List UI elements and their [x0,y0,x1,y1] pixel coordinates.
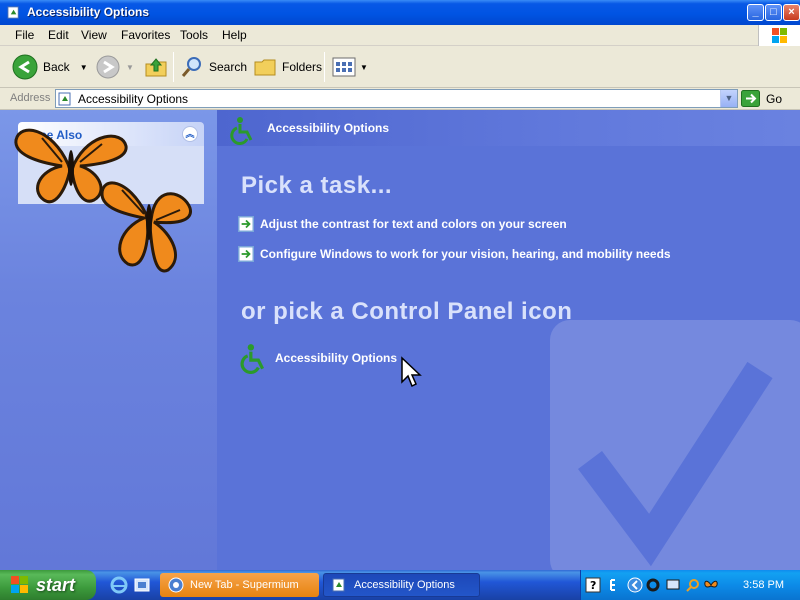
control-panel-watermark-icon [550,320,800,570]
forward-button[interactable]: ▼ [96,53,134,81]
address-value: Accessibility Options [78,92,189,106]
close-button[interactable]: × [783,4,800,21]
taskbar: start New Tab - Supermium Accessibility … [0,570,800,600]
up-folder-button[interactable] [144,53,168,81]
views-dropdown-icon[interactable]: ▼ [360,63,368,72]
address-label: Address [10,92,51,104]
menu-view[interactable]: View [81,28,107,42]
display-icon[interactable] [665,577,681,593]
toolbar: Back ▼ ▼ Search Folders ▼ [0,46,800,88]
folders-button[interactable]: Folders [253,53,322,81]
accessibility-options-item[interactable]: Accessibility Options [237,342,397,374]
butterfly-tray-icon[interactable] [703,577,719,593]
main-pane: Accessibility Options Pick a task... Adj… [217,110,800,570]
svg-text:?: ? [590,579,596,592]
toolbar-separator [173,52,174,82]
go-label: Go [766,91,783,106]
network-icon[interactable] [607,577,623,593]
window-title: Accessibility Options [27,5,150,19]
go-arrow-icon [741,90,760,107]
task-arrow-icon [238,216,254,232]
search-button[interactable]: Search [180,53,247,81]
menu-favorites[interactable]: Favorites [121,28,170,42]
address-bar: Address Accessibility Options ▼ Go [0,88,800,110]
menu-edit[interactable]: Edit [48,28,69,42]
butterfly-icon [100,181,192,273]
folders-icon [254,59,276,76]
maximize-button[interactable]: □ [765,4,782,21]
control-panel-icon [332,578,345,592]
magnifier-icon[interactable] [685,577,701,593]
show-desktop-icon[interactable] [133,576,151,594]
pick-task-heading: Pick a task... [241,172,393,199]
mouse-cursor-icon [401,356,422,388]
back-label: Back [43,60,70,74]
settings-icon[interactable] [645,577,661,593]
folders-label: Folders [282,60,323,74]
accessibility-icon [240,344,265,374]
explorer-window: Accessibility Options _ □ × File Edit Vi… [0,0,800,570]
back-arrow-icon [12,54,38,80]
menu-help[interactable]: Help [222,28,247,42]
search-label: Search [209,60,248,74]
back-dropdown-icon[interactable]: ▼ [80,63,88,72]
task-pane: See Also ︽ [0,110,217,570]
title-bar[interactable]: Accessibility Options _ □ × [0,0,800,25]
accessibility-icon [230,117,253,145]
up-folder-icon [145,58,167,77]
go-button[interactable]: Go [741,89,782,108]
menu-tools[interactable]: Tools [180,28,208,42]
clock[interactable]: 3:58 PM [743,579,784,591]
category-title: Accessibility Options [267,121,390,135]
search-icon [181,57,201,77]
views-icon [332,57,356,77]
taskbar-button-label: New Tab - Supermium [190,579,299,591]
taskbar-button-accessibility[interactable]: Accessibility Options [323,573,480,597]
forward-arrow-icon [96,55,120,79]
minimize-button[interactable]: _ [747,4,764,21]
views-button[interactable]: ▼ [332,53,368,81]
browser-icon [168,577,184,593]
forward-dropdown-icon[interactable]: ▼ [126,63,134,72]
task-link-contrast[interactable]: Adjust the contrast for text and colors … [238,216,567,232]
internet-explorer-icon[interactable] [110,576,128,594]
system-tray: ? 3:58 PM [580,570,800,600]
accessibility-options-label: Accessibility Options [275,351,398,365]
start-label: start [36,574,76,595]
back-button[interactable]: Back ▼ [12,53,88,81]
control-panel-icon [7,6,19,19]
category-header: Accessibility Options [217,110,800,146]
collapse-chevron-icon[interactable]: ︽ [182,126,198,142]
toolbar-separator [324,52,325,82]
task-label: Adjust the contrast for text and colors … [260,217,567,231]
menu-bar: File Edit View Favorites Tools Help [0,25,800,46]
task-link-configure[interactable]: Configure Windows to work for your visio… [238,246,671,262]
pick-icon-heading: or pick a Control Panel icon [241,298,573,325]
help-icon[interactable]: ? [585,577,601,593]
windows-flag-icon [11,576,28,593]
task-arrow-icon [238,246,254,262]
taskbar-button-label: Accessibility Options [354,579,455,591]
taskbar-button-supermium[interactable]: New Tab - Supermium [160,573,319,597]
task-label: Configure Windows to work for your visio… [260,247,671,261]
content-area: See Also ︽ Accessibility Options Pick a … [0,110,800,570]
collapse-tray-icon[interactable] [627,577,643,593]
menu-file[interactable]: File [15,28,34,42]
address-input[interactable]: Accessibility Options ▼ [55,89,738,108]
windows-logo-icon [758,25,800,46]
address-dropdown-icon[interactable]: ▼ [720,90,737,107]
control-panel-icon [58,92,71,106]
start-button[interactable]: start [0,570,96,600]
